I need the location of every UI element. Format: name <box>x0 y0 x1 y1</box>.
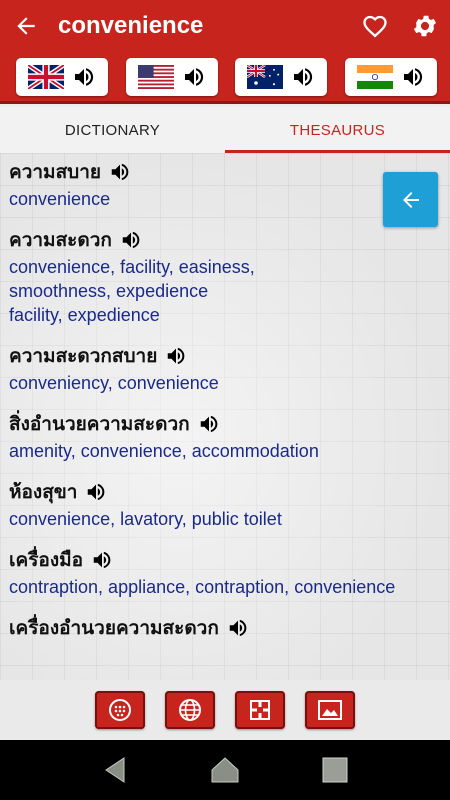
image-icon <box>318 700 342 720</box>
speaker-icon <box>184 67 203 86</box>
speaker-icon <box>294 67 313 86</box>
entry-synonyms[interactable]: smoothness, expedience <box>9 279 450 303</box>
nav-recents-button[interactable] <box>320 755 350 785</box>
entry-headword: ห้องสุขา <box>9 481 78 503</box>
crosshair-icon <box>250 700 270 720</box>
thesaurus-list[interactable]: ความสบาย convenience ความสะดวก convenience,… <box>0 153 450 680</box>
entry-synonyms[interactable]: contraption, appliance, contraption, con… <box>9 575 450 599</box>
speaker-icon[interactable] <box>91 549 113 571</box>
page-title: convenience <box>58 12 204 39</box>
thesaurus-entry: ความสะดวกสบาย conveniency, convenience <box>0 341 450 395</box>
favorite-button[interactable] <box>350 0 400 52</box>
system-nav-bar <box>0 740 450 800</box>
back-fab-button[interactable] <box>383 172 438 227</box>
dots-circle-icon <box>109 699 131 721</box>
entry-headword-row: ความสะดวกสบาย <box>9 341 450 371</box>
entry-synonyms[interactable]: conveniency, convenience <box>9 371 450 395</box>
triangle-back-icon <box>105 757 125 783</box>
entry-headword-row: เครื่องมือ <box>9 545 450 575</box>
pronunciation-bar <box>0 52 450 104</box>
entry-synonyms[interactable]: amenity, convenience, accommodation <box>9 439 450 463</box>
speaker-icon[interactable] <box>120 229 142 251</box>
heart-icon <box>363 15 387 38</box>
entry-headword: ความสะดวกสบาย <box>9 345 158 367</box>
speaker-icon[interactable] <box>198 413 220 435</box>
uk-flag-icon <box>28 64 64 89</box>
app-bar: convenience <box>0 0 450 52</box>
thesaurus-entry: เครื่องอำนวยความสะดวก <box>0 613 450 643</box>
thesaurus-entry: เครื่องมือ contraption, appliance, contra… <box>0 545 450 599</box>
australia-flag-icon <box>247 64 284 89</box>
speaker-icon[interactable] <box>85 481 107 503</box>
square-recents-icon <box>322 757 348 783</box>
entry-synonyms[interactable]: convenience, lavatory, public toilet <box>9 507 450 531</box>
entry-headword: เครื่องมือ <box>9 549 84 571</box>
image-tool-button[interactable] <box>305 691 355 729</box>
entry-headword-row: ห้องสุขา <box>9 477 450 507</box>
entry-headword: ความสะดวก <box>9 229 112 251</box>
tab-thesaurus[interactable]: THESAURUS <box>225 107 450 153</box>
australia-pronunciation-button[interactable] <box>235 57 328 96</box>
arrow-left-icon <box>17 17 35 35</box>
arrow-left-icon <box>402 191 419 208</box>
india-flag-icon <box>356 64 393 89</box>
nav-home-button[interactable] <box>210 755 240 785</box>
entries-container: ความสบาย convenience ความสะดวก convenience,… <box>0 157 450 643</box>
entry-headword-row: ความสะดวก <box>9 225 450 255</box>
crosshair-tool-button[interactable] <box>235 691 285 729</box>
entry-synonyms[interactable]: facility, expedience <box>9 303 450 327</box>
nav-back-button[interactable] <box>100 755 130 785</box>
dots-tool-button[interactable] <box>95 691 145 729</box>
india-pronunciation-button[interactable] <box>344 57 437 96</box>
entry-headword: สิ่งอำนวยความสะดวก <box>9 413 190 435</box>
entry-synonyms[interactable]: convenience, facility, easiness, <box>9 255 450 279</box>
speaker-icon <box>75 67 94 86</box>
globe-tool-button[interactable] <box>165 691 215 729</box>
bottom-toolbar <box>0 680 450 740</box>
uk-pronunciation-button[interactable] <box>16 57 108 96</box>
back-button[interactable] <box>0 0 52 52</box>
settings-button[interactable] <box>400 0 450 52</box>
entry-headword-row: เครื่องอำนวยความสะดวก <box>9 613 450 643</box>
us-flag-icon <box>137 64 174 89</box>
thesaurus-entry: ห้องสุขา convenience, lavatory, public to… <box>0 477 450 531</box>
globe-icon <box>179 699 201 721</box>
entry-headword: เครื่องอำนวยความสะดวก <box>9 617 219 639</box>
thesaurus-entry: สิ่งอำนวยความสะดวก amenity, convenience, … <box>0 409 450 463</box>
us-pronunciation-button[interactable] <box>125 57 218 96</box>
thesaurus-entry: ความสะดวก convenience, facility, easiness… <box>0 225 450 327</box>
entry-headword: ความสบาย <box>9 161 102 183</box>
gear-icon <box>413 15 437 37</box>
speaker-icon <box>403 67 423 86</box>
entry-headword-row: สิ่งอำนวยความสะดวก <box>9 409 450 439</box>
speaker-icon[interactable] <box>109 161 131 183</box>
tab-dictionary[interactable]: DICTIONARY <box>0 107 225 153</box>
tab-bar: DICTIONARY THESAURUS <box>0 107 450 153</box>
speaker-icon[interactable] <box>227 617 249 639</box>
home-icon <box>211 757 239 783</box>
speaker-icon[interactable] <box>165 345 187 367</box>
